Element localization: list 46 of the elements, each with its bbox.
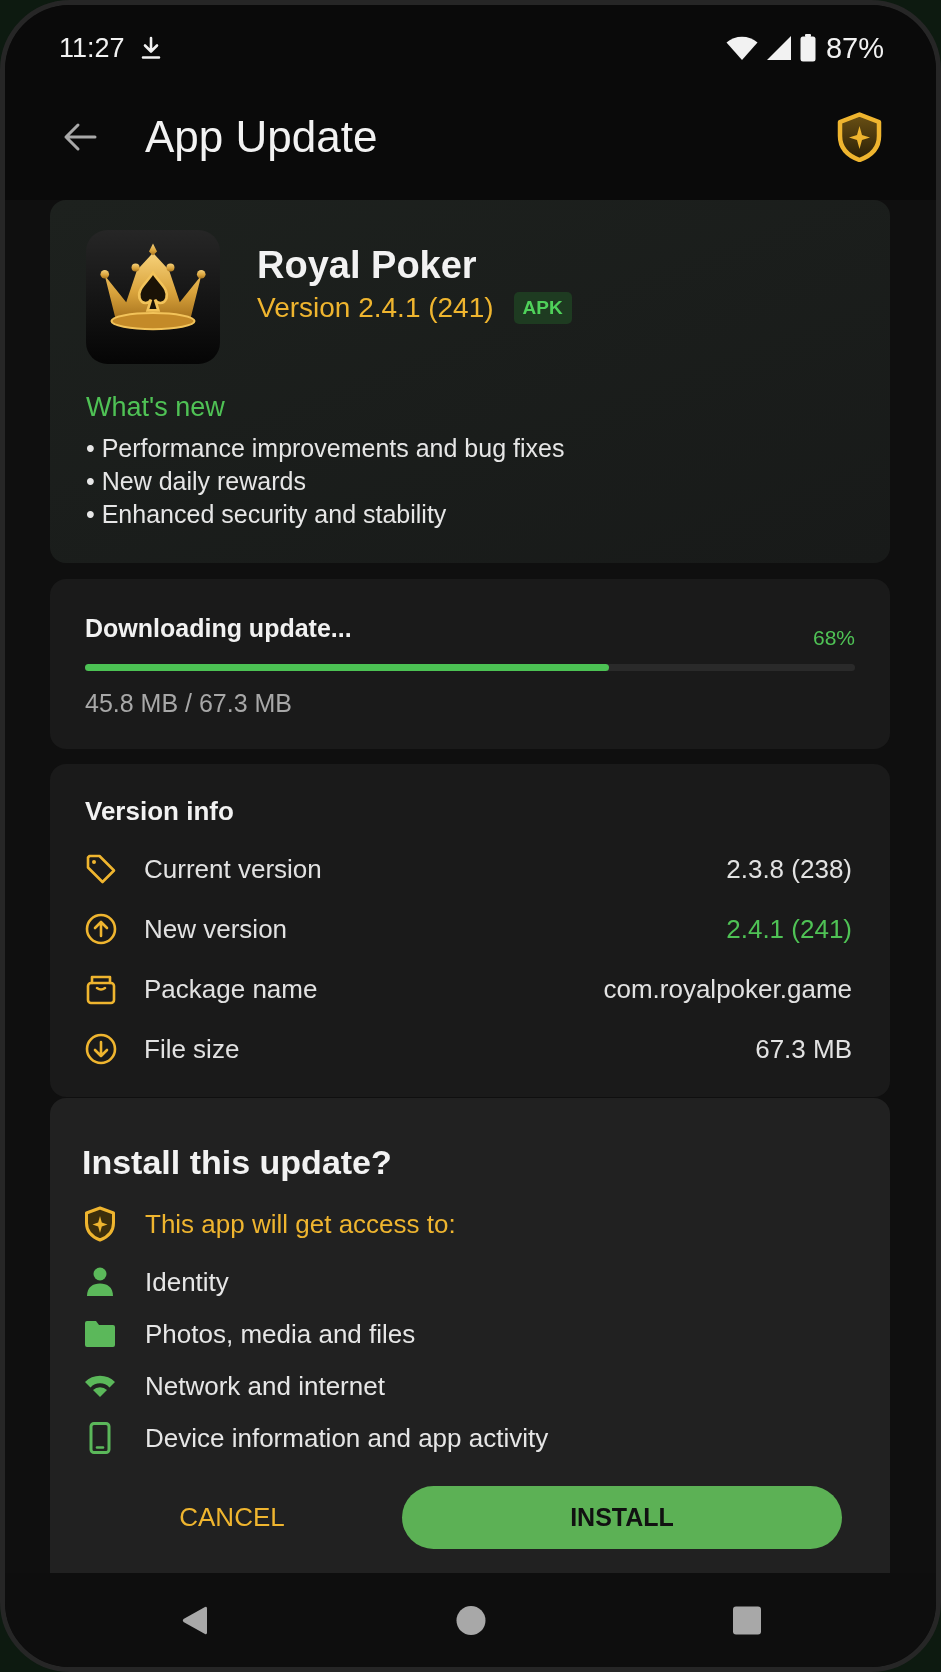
app-name: Royal Poker <box>257 243 478 287</box>
whats-new-title: What's new <box>86 391 226 423</box>
status-time: 11:27 <box>59 32 125 65</box>
page-title: App Update <box>145 111 378 163</box>
download-percent: 68% <box>812 626 855 650</box>
folder-icon <box>84 1318 116 1350</box>
nav-recents-icon[interactable] <box>731 1604 762 1636</box>
download-title: Downloading update... <box>85 613 352 644</box>
person-icon <box>84 1266 116 1298</box>
shield-icon[interactable] <box>837 112 882 162</box>
battery-icon <box>799 34 816 62</box>
whats-new-item: • Enhanced security and stability <box>86 499 448 530</box>
access-notice: This app will get access to: <box>145 1208 456 1240</box>
permission-label: Device information and app activity <box>145 1422 549 1454</box>
whats-new-item: • New daily rewards <box>86 466 307 497</box>
download-icon <box>140 36 161 60</box>
apk-badge: APK <box>513 292 572 324</box>
permission-label: Identity <box>145 1266 229 1298</box>
info-label: File size <box>144 1033 241 1065</box>
nav-home-icon[interactable] <box>455 1604 486 1636</box>
info-value: 67.3 MB <box>755 1033 852 1065</box>
info-value: 2.3.8 (238) <box>726 853 852 885</box>
info-label: Current version <box>144 853 323 885</box>
box-icon <box>85 973 117 1005</box>
install-title: Install this update? <box>82 1142 393 1182</box>
whats-new-item: • Performance improvements and bug fixes <box>86 433 566 464</box>
app-version: Version 2.4.1 (241) <box>257 291 494 325</box>
info-label: Package name <box>144 973 319 1005</box>
up-arrow-circle-icon <box>85 913 117 945</box>
info-value: 2.4.1 (241) <box>726 913 852 945</box>
permission-label: Network and internet <box>145 1370 385 1402</box>
battery-percent: 87% <box>825 31 884 65</box>
info-value: com.royalpoker.game <box>603 973 852 1005</box>
crown-app-icon <box>86 230 220 364</box>
download-size: 45.8 MB / 67.3 MB <box>85 688 294 718</box>
version-info-title: Version info <box>85 795 235 827</box>
install-button[interactable]: INSTALL <box>402 1486 842 1549</box>
permission-label: Photos, media and files <box>145 1318 416 1350</box>
down-arrow-circle-icon <box>85 1033 117 1065</box>
back-icon[interactable] <box>63 121 97 153</box>
shield-icon <box>84 1206 116 1242</box>
signal-icon <box>765 35 792 61</box>
cancel-button[interactable]: CANCEL <box>82 1486 382 1549</box>
info-label: New version <box>144 913 289 945</box>
tag-icon <box>85 853 117 885</box>
wifi-icon <box>725 35 758 61</box>
